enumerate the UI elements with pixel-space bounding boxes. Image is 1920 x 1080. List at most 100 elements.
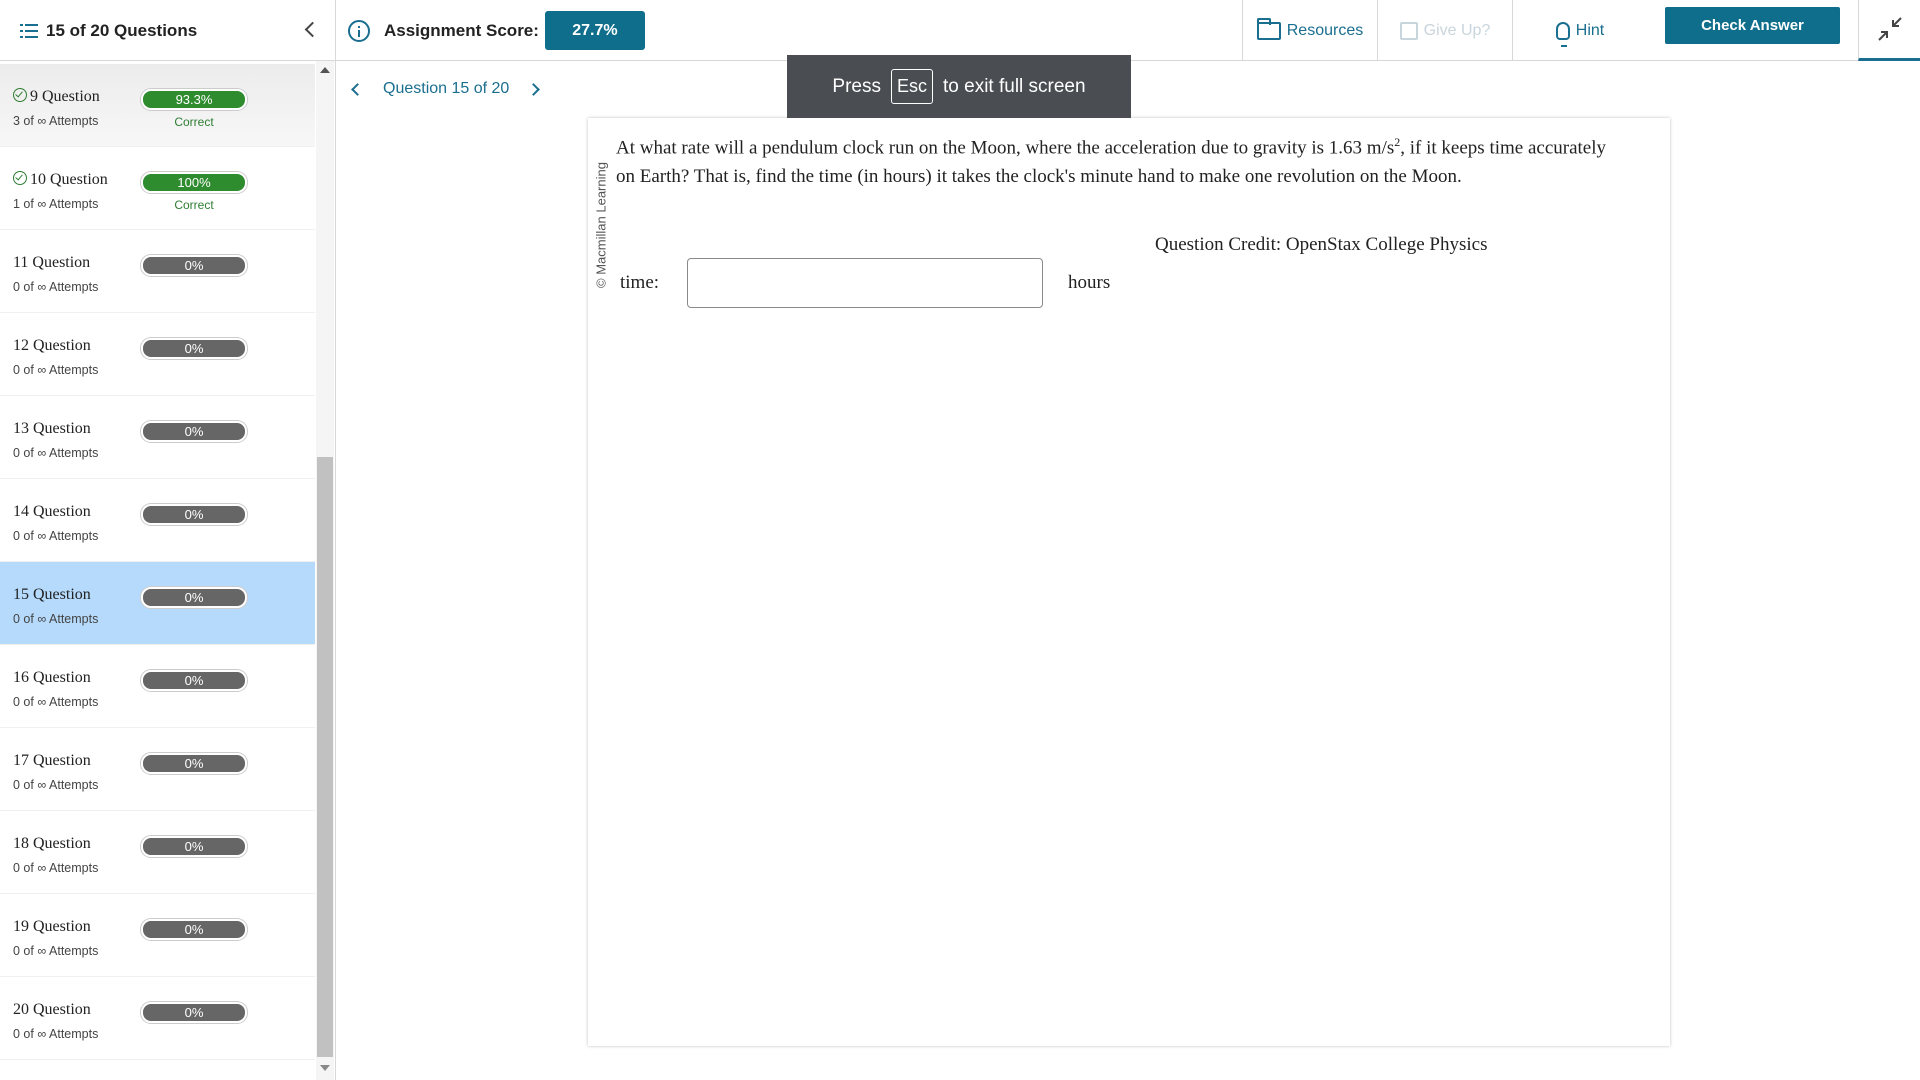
question-attempts: 0 of ∞ Attempts — [13, 529, 99, 543]
score-badge: 27.7% — [544, 11, 645, 50]
question-list-header[interactable]: 15 of 20 Questions — [0, 0, 336, 61]
question-sidebar: 9 Question 3 of ∞ Attempts 93.3% Correct 10 … — [0, 61, 336, 1080]
question-score-bar: 93.3% — [141, 89, 247, 110]
question-name-text: 18 Question — [13, 835, 91, 852]
question-name: 11 Question — [13, 254, 90, 272]
banner-rest-text: to exit full screen — [943, 75, 1086, 97]
sidebar-question-item[interactable]: 14 Question 0 of ∞ Attempts 0% — [0, 479, 315, 562]
answer-row: time: hours — [620, 258, 1110, 308]
hint-label: Hint — [1575, 21, 1605, 39]
question-score-bar: 0% — [141, 421, 247, 442]
question-attempts: 0 of ∞ Attempts — [13, 1027, 99, 1041]
question-name-text: 11 Question — [13, 254, 91, 271]
question-name: 9 Question — [13, 88, 100, 106]
question-name: 12 Question — [13, 337, 91, 355]
question-name-text: 15 Question — [13, 586, 91, 603]
question-name-text: 17 Question — [13, 752, 91, 769]
question-name-text: 19 Question — [13, 918, 91, 935]
sidebar-question-item[interactable]: 17 Question 0 of ∞ Attempts 0% — [0, 728, 315, 811]
folder-icon — [1256, 17, 1281, 40]
top-bar: 15 of 20 Questions Assignment Score: 27.… — [0, 0, 1920, 61]
esc-key-label: Esc — [890, 69, 933, 104]
question-name-text: 16 Question — [13, 669, 91, 686]
question-score-bar: 100% — [141, 172, 247, 193]
check-circle-icon — [13, 171, 27, 185]
sidebar-question-item[interactable]: 13 Question 0 of ∞ Attempts 0% — [0, 396, 315, 479]
question-name: 15 Question — [13, 586, 91, 604]
question-score-bar: 0% — [141, 919, 247, 940]
question-text-part1: At what rate will a pendulum clock run o… — [616, 137, 1395, 159]
copyright-text: © Macmillan Learning — [593, 162, 609, 288]
sidebar-question-item[interactable]: 11 Question 0 of ∞ Attempts 0% — [0, 230, 315, 313]
sidebar-question-item[interactable]: 16 Question 0 of ∞ Attempts 0% — [0, 645, 315, 728]
list-icon — [20, 23, 38, 39]
question-name-text: 9 Question — [30, 88, 100, 105]
question-name: 17 Question — [13, 752, 91, 770]
resources-button[interactable]: Resources — [1242, 0, 1377, 61]
question-name-text: 12 Question — [13, 337, 91, 354]
exit-fullscreen-button[interactable] — [1858, 0, 1920, 61]
question-list: 9 Question 3 of ∞ Attempts 93.3% Correct 10 … — [0, 61, 315, 1060]
previous-question-chevron-icon[interactable] — [345, 79, 365, 99]
question-name-text: 13 Question — [13, 420, 91, 437]
question-attempts: 0 of ∞ Attempts — [13, 446, 99, 460]
question-score-bar: 0% — [141, 670, 247, 691]
sidebar-question-item[interactable]: 15 Question 0 of ∞ Attempts 0% — [0, 562, 315, 645]
question-attempts: 3 of ∞ Attempts — [13, 114, 99, 128]
question-count-title: 15 of 20 Questions — [46, 20, 198, 40]
resources-label: Resources — [1286, 21, 1364, 39]
next-question-chevron-icon[interactable] — [525, 79, 545, 99]
sidebar-question-item[interactable]: 10 Question 1 of ∞ Attempts 100% Correct — [0, 147, 315, 230]
question-credit: Question Credit: OpenStax College Physic… — [1155, 234, 1488, 255]
give-up-button[interactable]: Give Up? — [1377, 0, 1512, 61]
question-name-text: 20 Question — [13, 1001, 91, 1018]
time-answer-input[interactable] — [687, 258, 1043, 308]
question-score-bar: 0% — [141, 587, 247, 608]
score-label: Assignment Score: — [384, 20, 539, 40]
question-name: 18 Question — [13, 835, 91, 853]
sidebar-question-item[interactable]: 9 Question 3 of ∞ Attempts 93.3% Correct — [0, 64, 315, 147]
question-attempts: 1 of ∞ Attempts — [13, 197, 99, 211]
question-status: Correct — [174, 115, 214, 129]
question-attempts: 0 of ∞ Attempts — [13, 695, 99, 709]
hint-button[interactable]: Hint — [1512, 0, 1647, 61]
question-name: 10 Question — [13, 171, 108, 189]
copyright-vertical: © Macmillan Learning — [590, 145, 612, 305]
question-name: 19 Question — [13, 918, 91, 936]
check-answer-button[interactable]: Check Answer — [1665, 7, 1840, 44]
question-navigation: Question 15 of 20 — [345, 78, 545, 100]
question-prompt: At what rate will a pendulum clock run o… — [616, 128, 1626, 191]
question-name-text: 14 Question — [13, 503, 91, 520]
question-score-bar: 0% — [141, 504, 247, 525]
lightbulb-icon — [1555, 21, 1570, 47]
question-name: 20 Question — [13, 1001, 91, 1019]
question-score-bar: 0% — [141, 338, 247, 359]
question-score-bar: 0% — [141, 1002, 247, 1023]
info-icon[interactable] — [348, 19, 370, 42]
sidebar-question-item[interactable]: 19 Question 0 of ∞ Attempts 0% — [0, 894, 315, 977]
scroll-down-arrow-icon[interactable] — [320, 1065, 330, 1071]
sidebar-question-item[interactable]: 12 Question 0 of ∞ Attempts 0% — [0, 313, 315, 396]
give-up-icon — [1399, 21, 1418, 40]
banner-press-text: Press — [832, 75, 881, 97]
scroll-up-arrow-icon[interactable] — [320, 67, 330, 73]
question-score-bar: 0% — [141, 255, 247, 276]
question-name: 13 Question — [13, 420, 91, 438]
fullscreen-exit-banner: Press Esc to exit full screen — [787, 55, 1131, 118]
assignment-score: Assignment Score: 27.7% — [348, 0, 645, 61]
question-score-bar: 0% — [141, 836, 247, 857]
question-name-text: 10 Question — [30, 171, 108, 188]
collapse-sidebar-chevron-icon[interactable] — [299, 16, 321, 42]
question-attempts: 0 of ∞ Attempts — [13, 363, 99, 377]
sidebar-question-item[interactable]: 20 Question 0 of ∞ Attempts 0% — [0, 977, 315, 1060]
answer-label: time: — [620, 272, 660, 293]
compress-icon — [1877, 17, 1902, 41]
sidebar-scrollbar-thumb[interactable] — [317, 457, 333, 1057]
question-status: Correct — [174, 198, 214, 212]
question-name: 16 Question — [13, 669, 91, 687]
question-attempts: 0 of ∞ Attempts — [13, 944, 99, 958]
question-attempts: 0 of ∞ Attempts — [13, 778, 99, 792]
answer-unit: hours — [1068, 272, 1111, 293]
sidebar-question-item[interactable]: 18 Question 0 of ∞ Attempts 0% — [0, 811, 315, 894]
question-attempts: 0 of ∞ Attempts — [13, 280, 99, 294]
